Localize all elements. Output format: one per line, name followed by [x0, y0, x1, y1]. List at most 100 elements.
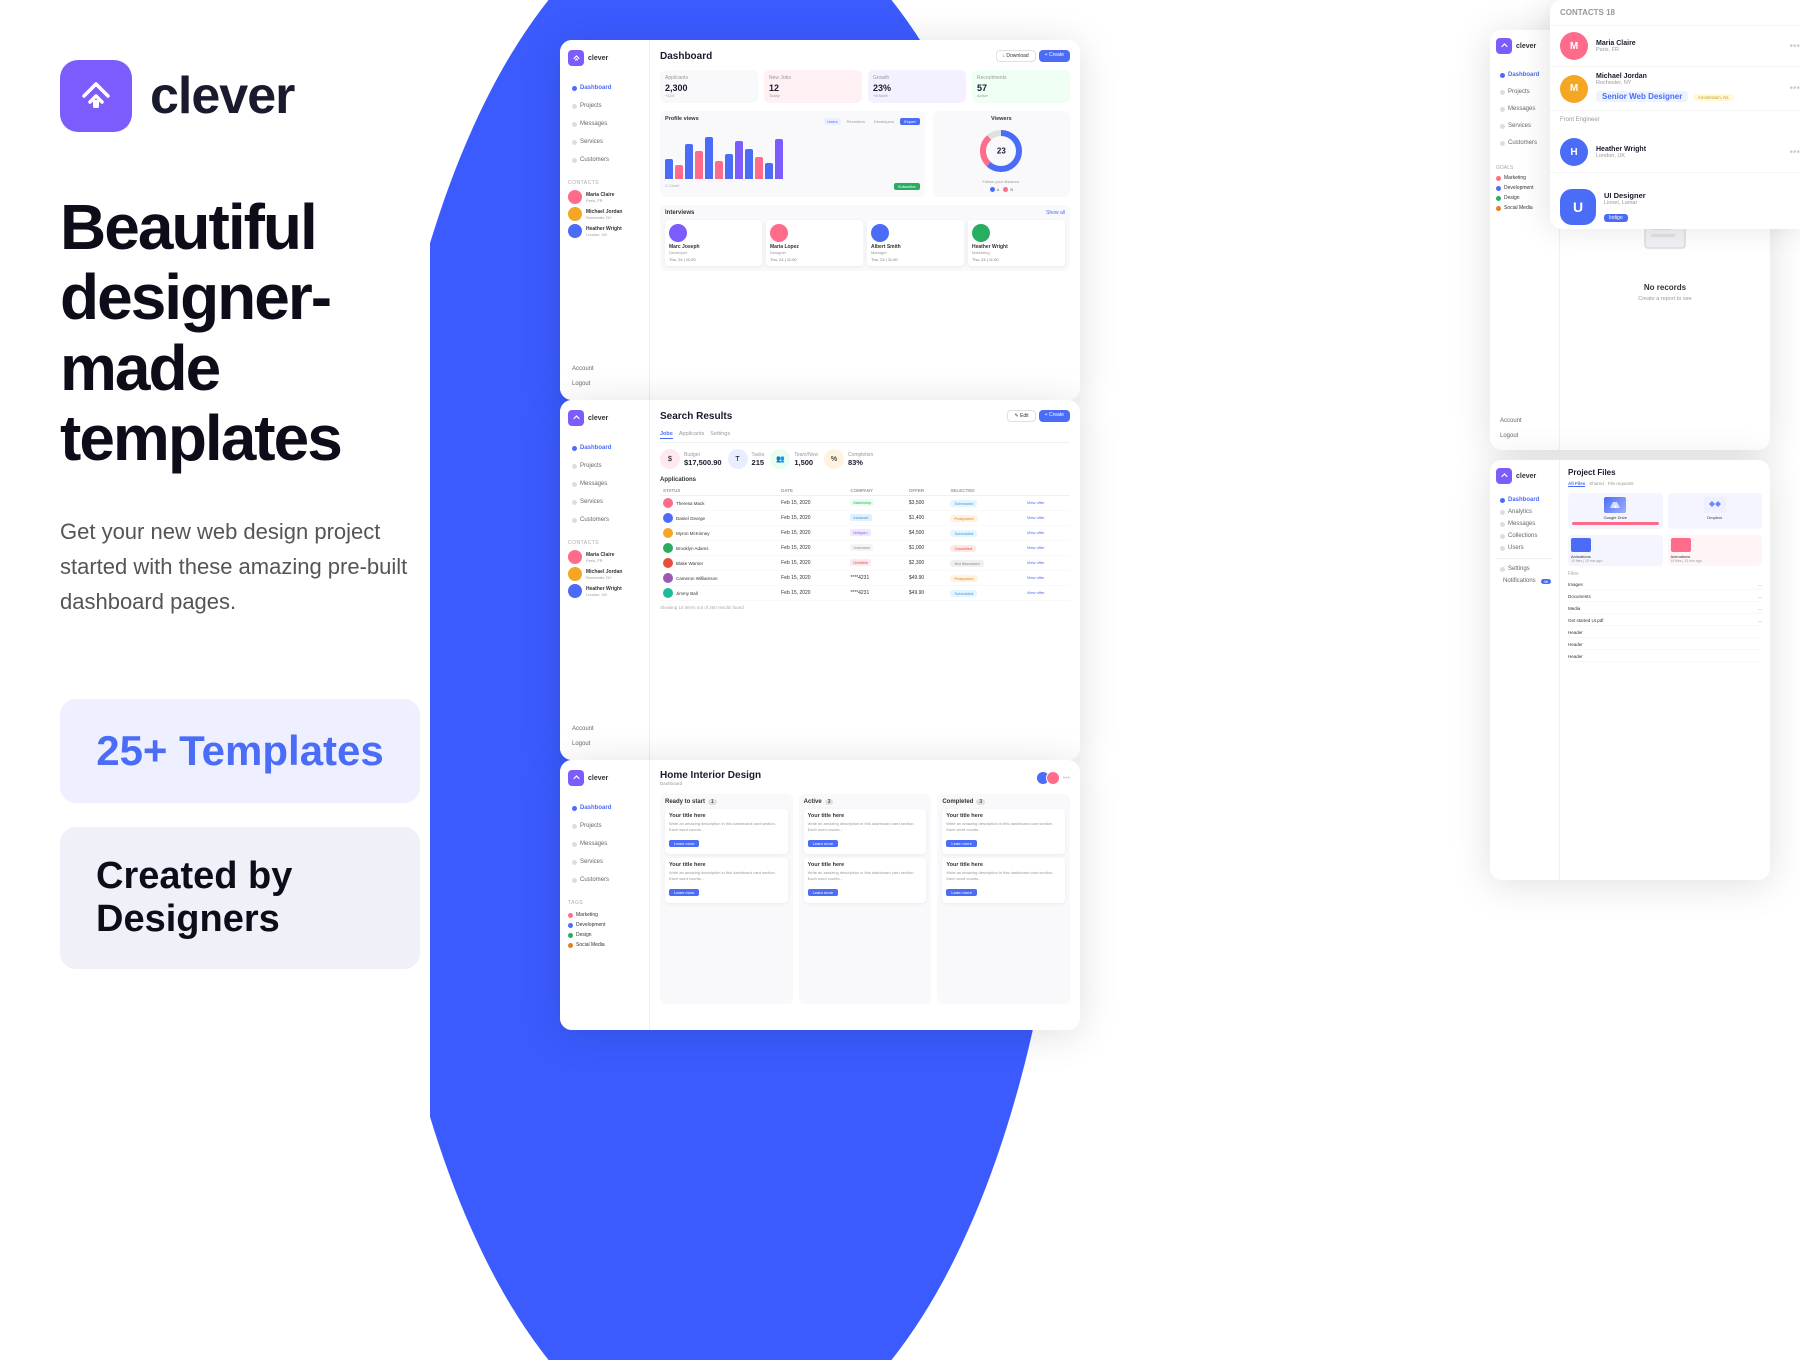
nav-services[interactable]: Services — [568, 136, 641, 148]
nav-customers[interactable]: Customers — [568, 154, 641, 166]
kanban-sidebar: clever Dashboard Projects Messages Servi… — [560, 760, 650, 1030]
r-nav-logout[interactable]: Logout — [1496, 430, 1553, 442]
folder-animations-1[interactable]: Animations 15 files | 15 min ago — [1568, 535, 1663, 566]
profile-views-chart: Profile views Users Recruiters Developer… — [660, 111, 925, 197]
kanban-item-5: Your title here Write an amazing descrip… — [942, 809, 1065, 854]
search-card: clever Dashboard Projects Messages Servi… — [560, 400, 1080, 760]
pf-tabs: All Files Shared File requests — [1568, 481, 1762, 487]
contact-3: Heather Wright London, UK — [568, 224, 641, 238]
interview-heather: Heather Wright Marketing Thu, 24 | 11:00 — [968, 220, 1065, 266]
r-nav-projects[interactable]: Projects — [1496, 86, 1553, 98]
k-nav-messages[interactable]: Messages — [568, 838, 641, 850]
file-documents: Documents — — [1568, 592, 1762, 602]
search-header: Search Results ✎ Edit + Create — [660, 410, 1070, 422]
pf-nav-dashboard[interactable]: Dashboard — [1496, 494, 1553, 506]
pf-tab-shared[interactable]: Shared — [1589, 481, 1604, 487]
reports-groups: Goals Marketing Development Design Socia… — [1496, 160, 1553, 213]
interviews-section: Interviews Show all Marc Joseph Develope… — [660, 205, 1070, 271]
contact-2: Michael Jordan Rochester, NY — [568, 207, 641, 221]
interview-marc: Marc Joseph Developer Thu, 24 | 11:00 — [665, 220, 762, 266]
applications-label: Applications — [660, 477, 1070, 483]
pf-nav-analytics[interactable]: Analytics — [1496, 506, 1553, 518]
dots-icon-3[interactable]: ••• — [1789, 147, 1800, 158]
col-ready: Ready to start 1 Your title here Write a… — [660, 794, 793, 1004]
pf-nav-settings[interactable]: Settings — [1496, 563, 1553, 575]
table-row: Myron McKinney Feb 15, 2020 Netguru $4,5… — [660, 526, 1070, 541]
pf-tab-requests[interactable]: File requests — [1608, 481, 1634, 487]
pf-nav-collections[interactable]: Collections — [1496, 530, 1553, 542]
folder-gdrive[interactable]: Google Drive — [1568, 493, 1663, 529]
applications-table: STATUS DATE COMPANY OFFER SELECTED There… — [660, 486, 1070, 601]
kanban-title: Home Interior Design — [660, 770, 761, 781]
nav-messages[interactable]: Messages — [568, 118, 641, 130]
r-nav-dashboard[interactable]: Dashboard — [1496, 69, 1553, 81]
pf-title: Project Files — [1568, 468, 1762, 477]
templates-label: 25+ Templates — [96, 727, 384, 775]
r-nav-customers[interactable]: Customers — [1496, 137, 1553, 149]
nav-dashboard[interactable]: Dashboard — [568, 82, 641, 94]
profile-views-bars — [665, 129, 920, 179]
nav-account[interactable]: Account — [568, 363, 641, 375]
dots-icon-2[interactable]: ••• — [1789, 83, 1800, 94]
s-nav-messages[interactable]: Messages — [568, 478, 641, 490]
table-row: Cameron Williamson Feb 15, 2020 ****4231… — [660, 571, 1070, 586]
kanban-card: clever Dashboard Projects Messages Servi… — [560, 760, 1080, 1030]
metrics-row: $ Budget $17,500.90 T — [660, 449, 1070, 469]
search-sidebar: clever Dashboard Projects Messages Servi… — [560, 400, 650, 760]
create-btn2[interactable]: + Create — [1039, 410, 1070, 422]
k-nav-projects[interactable]: Projects — [568, 820, 641, 832]
subtext: Get your new web design project started … — [60, 514, 420, 620]
tab-applicants[interactable]: Applicants — [679, 430, 704, 439]
pf-folder-row: Google Drive Dropbox — [1568, 493, 1762, 529]
s-nav-dashboard[interactable]: Dashboard — [568, 442, 641, 454]
pf-content: Project Files All Files Shared File requ… — [1560, 460, 1770, 880]
search-mini-logo-icon — [568, 410, 584, 426]
tab-jobs[interactable]: Jobs — [660, 430, 673, 439]
search-content: Search Results ✎ Edit + Create Jobs Appl… — [650, 400, 1080, 760]
s-nav-customers[interactable]: Customers — [568, 514, 641, 526]
pf-tab-allfiles[interactable]: All Files — [1568, 481, 1585, 487]
s-nav-logout[interactable]: Logout — [568, 738, 641, 750]
mini-logo-icon — [568, 50, 584, 66]
r-nav-account[interactable]: Account — [1496, 415, 1553, 427]
kanban-item-2: Your title here Write an amazing descrip… — [665, 858, 788, 903]
ui-designer-section: U UI Designer Lionel, Lamar Indigo — [1550, 173, 1800, 229]
interview-cards: Marc Joseph Developer Thu, 24 | 11:00 Ma… — [665, 220, 1065, 266]
nav-logout[interactable]: Logout — [568, 378, 641, 390]
s-nav-services[interactable]: Services — [568, 496, 641, 508]
pf-nav-users[interactable]: Users — [1496, 542, 1553, 554]
contact-michael: M Michael Jordan Rochester, NY Senior We… — [1550, 67, 1800, 111]
create-btn[interactable]: + Create — [1039, 50, 1070, 62]
edit-btn[interactable]: ✎ Edit — [1007, 410, 1035, 422]
mini-logo: clever — [568, 50, 641, 66]
search-mini-logo: clever — [568, 410, 641, 426]
donut-number: 23 — [997, 147, 1006, 156]
templates-badge: 25+ Templates — [60, 699, 420, 803]
kanban-content: Home Interior Design Dashboard ••• — [650, 760, 1080, 1030]
search-title: Search Results — [660, 411, 732, 422]
dashboard-card: clever Dashboard Projects Messages Servi… — [560, 40, 1080, 400]
folder-dropbox[interactable]: Dropbox — [1668, 493, 1763, 529]
k-nav-customers[interactable]: Customers — [568, 874, 641, 886]
pf-nav-messages[interactable]: Messages — [1496, 518, 1553, 530]
dashboard-header: Dashboard ↓ Download + Create — [660, 50, 1070, 62]
folder-animations-2[interactable]: Animations 15 files | 15 min ago — [1668, 535, 1763, 566]
stat-recruitment: Recruitments 57 Active — [972, 70, 1070, 103]
tab-settings[interactable]: Settings — [710, 430, 730, 439]
dots-icon[interactable]: ••• — [1789, 41, 1800, 52]
k-nav-services[interactable]: Services — [568, 856, 641, 868]
s-nav-account[interactable]: Account — [568, 723, 641, 735]
interview-albert: Albert Smith Manager Thu, 24 | 11:00 — [867, 220, 964, 266]
file-header2: Header — [1568, 640, 1762, 650]
pf-nav-notifications[interactable]: Notifications 46 — [1496, 575, 1553, 587]
download-btn[interactable]: ↓ Download — [996, 50, 1036, 62]
nav-projects[interactable]: Projects — [568, 100, 641, 112]
r-nav-messages[interactable]: Messages — [1496, 103, 1553, 115]
animations-row: Animations 15 files | 15 min ago Animati… — [1568, 535, 1762, 566]
stat-growth: Growth 23% +8 MoM — [868, 70, 966, 103]
r-nav-services[interactable]: Services — [1496, 120, 1553, 132]
table-row: Theresa Mack Feb 15, 2020 Mailchimp $3,5… — [660, 496, 1070, 511]
stat-applicants: Applicants 2,300 +124 — [660, 70, 758, 103]
k-nav-dashboard[interactable]: Dashboard — [568, 802, 641, 814]
s-nav-projects[interactable]: Projects — [568, 460, 641, 472]
